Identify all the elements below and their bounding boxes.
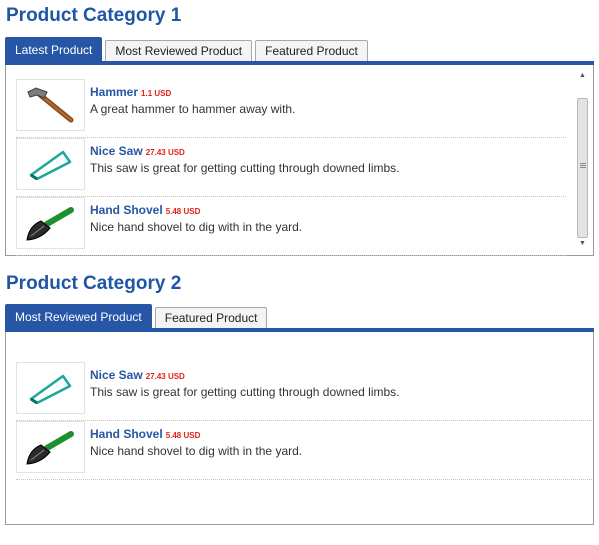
product-description: This saw is great for getting cutting th… [90,385,400,399]
product-description: A great hammer to hammer away with. [90,102,296,116]
tab-featured-product[interactable]: Featured Product [255,40,368,61]
product-name[interactable]: Hammer [90,85,138,99]
tab-latest-product[interactable]: Latest Product [5,37,103,61]
product-name[interactable]: Hand Shovel [90,427,163,441]
product-name[interactable]: Nice Saw [90,368,143,382]
product-description: This saw is great for getting cutting th… [90,161,400,175]
product-price: 5.48 USD [165,431,201,440]
product-name[interactable]: Nice Saw [90,144,143,158]
shovel-icon [16,197,85,249]
product-price: 1.1 USD [141,89,172,98]
tab-most-reviewed-product[interactable]: Most Reviewed Product [105,40,253,61]
hammer-icon [16,79,85,131]
category-1-title: Product Category 1 [6,5,182,26]
shovel-icon [16,421,85,473]
saw-icon [16,362,85,414]
product-price: 27.43 USD [145,148,185,157]
list-item[interactable]: Nice Saw 27.43 USD This saw is great for … [16,362,592,421]
list-item[interactable]: Nice Saw 27.43 USD This saw is great for … [16,138,566,197]
list-item[interactable]: Hammer 1.1 USD A great hammer to hammer a… [16,79,566,138]
product-name[interactable]: Hand Shovel [90,203,163,217]
category-2-title: Product Category 2 [6,273,182,294]
list-item[interactable]: Hand Shovel 5.48 USD Nice hand shovel to … [16,197,566,256]
tab-featured-product[interactable]: Featured Product [154,307,268,328]
list-item[interactable]: Hand Shovel 5.48 USD Nice hand shovel to … [16,421,592,480]
category-2-product-panel: Nice Saw 27.43 USD This saw is great for … [5,332,594,525]
tab-most-reviewed-product[interactable]: Most Reviewed Product [5,304,152,328]
product-description: Nice hand shovel to dig with in the yard… [90,220,303,234]
vertical-scrollbar[interactable]: ▲ ▼ [575,65,590,253]
category-1-tabbar: Latest Product Most Reviewed Product Fea… [5,37,371,61]
product-price: 5.48 USD [165,207,201,216]
scroll-down-arrow-icon[interactable]: ▼ [575,237,590,251]
product-price: 27.43 USD [145,372,185,381]
scrollbar-thumb[interactable] [577,98,588,238]
grip-icon [580,163,586,169]
category-1-product-panel: Hammer 1.1 USD A great hammer to hammer a… [5,65,594,256]
category-2-tabbar: Most Reviewed Product Featured Product [5,304,270,328]
scroll-up-arrow-icon[interactable]: ▲ [575,69,590,83]
saw-icon [16,138,85,190]
product-description: Nice hand shovel to dig with in the yard… [90,444,303,458]
